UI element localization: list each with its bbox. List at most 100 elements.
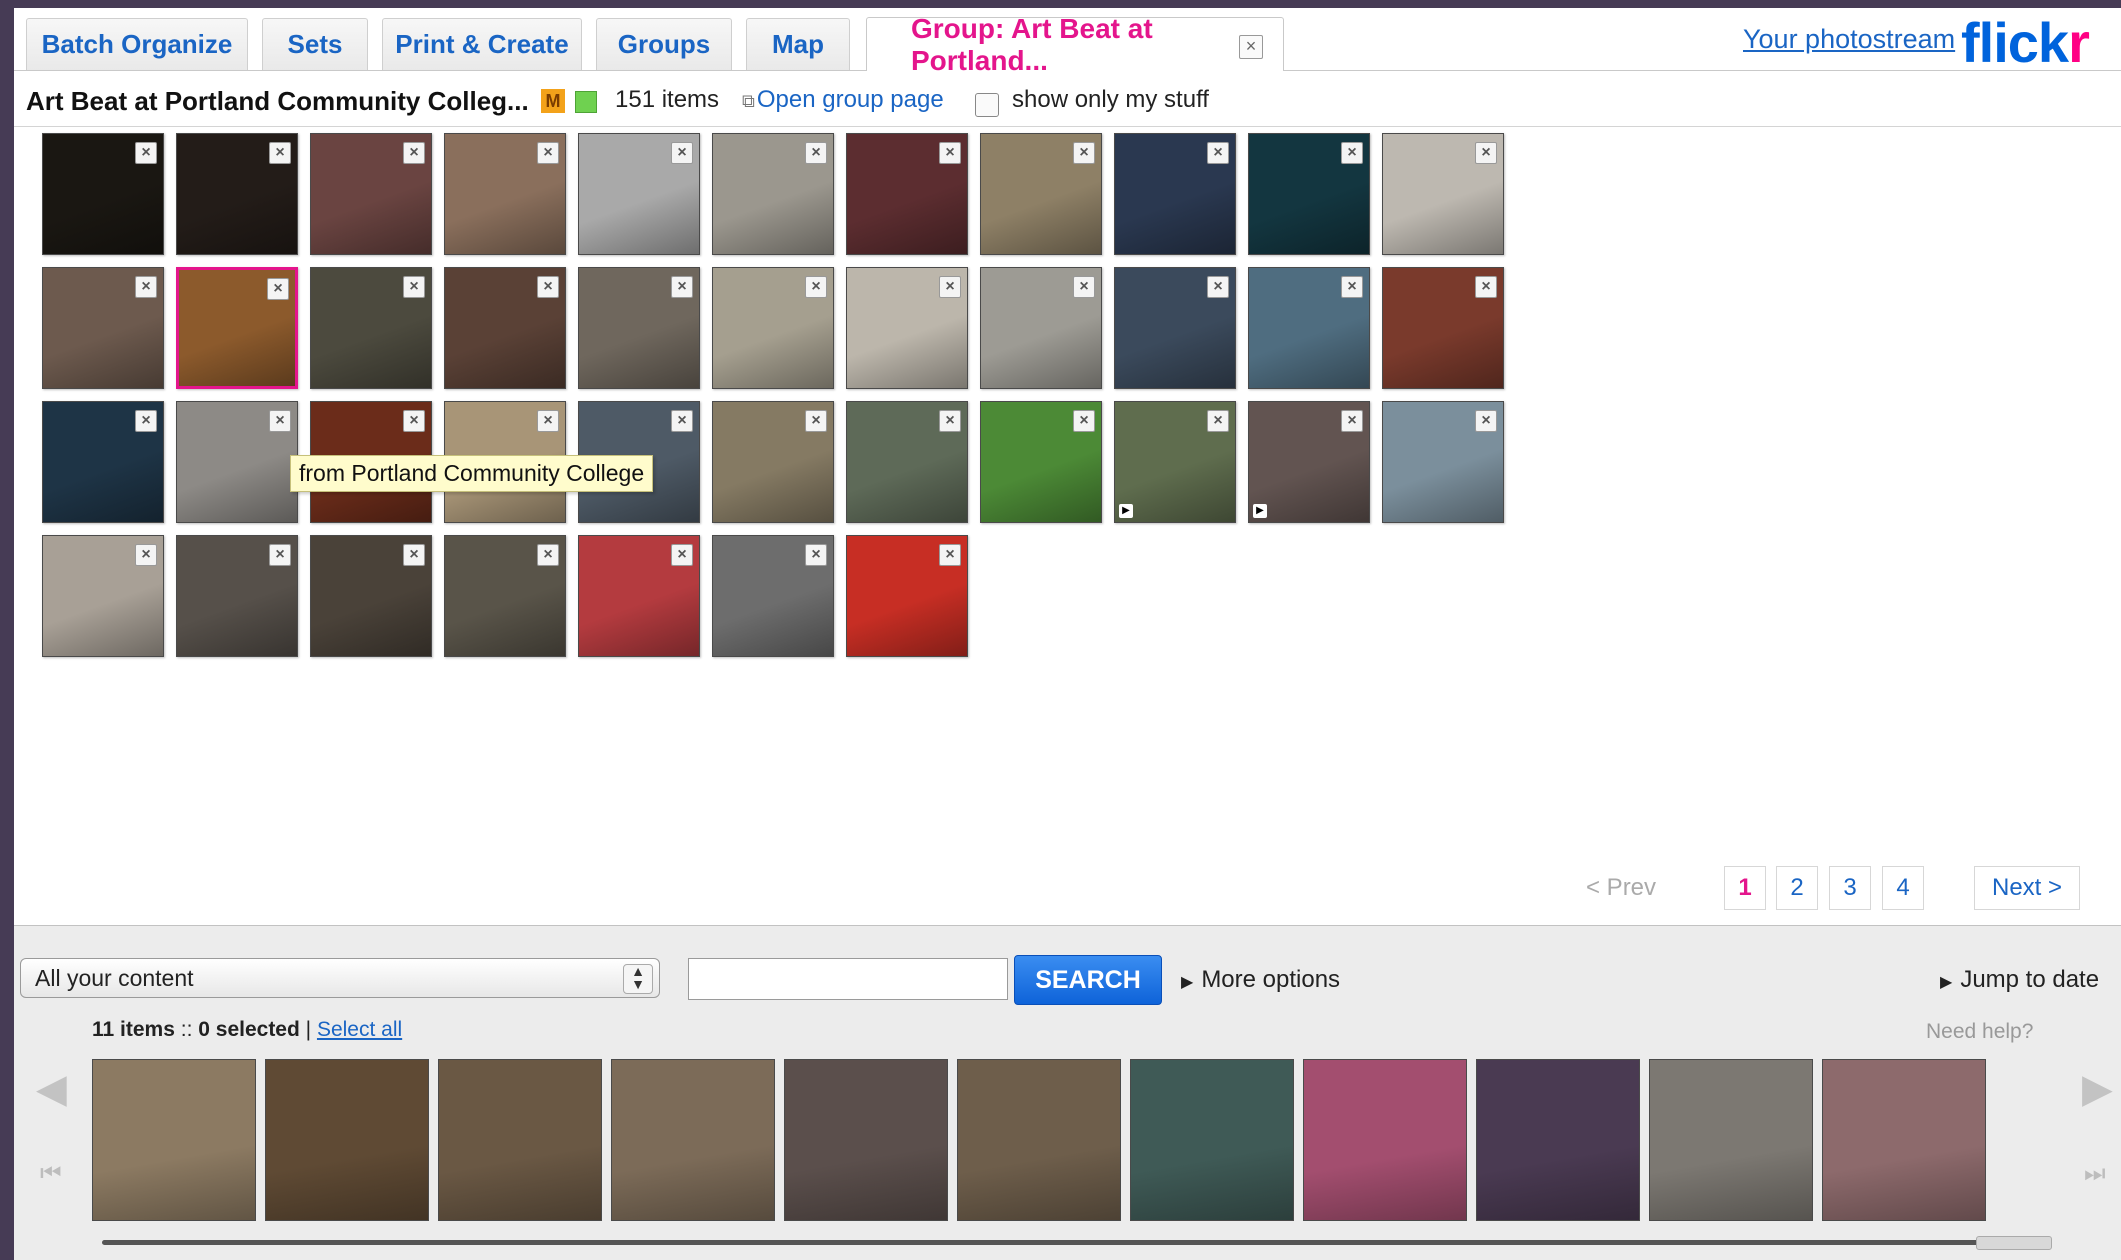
scroll-to-end-icon[interactable]: ⏭: [2084, 1160, 2106, 1188]
remove-photo-icon[interactable]: ×: [403, 410, 425, 432]
photo-thumbnail[interactable]: × ▶: [1114, 401, 1236, 523]
close-tab-icon[interactable]: ×: [1239, 35, 1263, 59]
photo-thumbnail[interactable]: ×: [176, 401, 298, 523]
select-all-link[interactable]: Select all: [317, 1018, 402, 1041]
photo-thumbnail[interactable]: ×: [42, 535, 164, 657]
remove-photo-icon[interactable]: ×: [671, 276, 693, 298]
scroll-right-arrow-icon[interactable]: ▶: [2082, 1066, 2113, 1112]
tab-groups[interactable]: Groups: [596, 18, 732, 70]
remove-photo-icon[interactable]: ×: [1073, 142, 1095, 164]
remove-photo-icon[interactable]: ×: [805, 410, 827, 432]
photo-thumbnail[interactable]: ×: [444, 133, 566, 255]
photo-thumbnail[interactable]: ×: [712, 267, 834, 389]
remove-photo-icon[interactable]: ×: [805, 276, 827, 298]
page-4-button[interactable]: 4: [1882, 866, 1924, 910]
remove-photo-icon[interactable]: ×: [269, 544, 291, 566]
photo-thumbnail[interactable]: ×: [578, 133, 700, 255]
remove-photo-icon[interactable]: ×: [1341, 142, 1363, 164]
tray-photo-thumbnail[interactable]: [265, 1059, 429, 1221]
photo-thumbnail[interactable]: ×: [310, 267, 432, 389]
jump-to-date-toggle[interactable]: ▶ Jump to date: [1940, 966, 2099, 994]
photo-thumbnail[interactable]: ×: [980, 267, 1102, 389]
photo-thumbnail[interactable]: ×: [310, 535, 432, 657]
remove-photo-icon[interactable]: ×: [939, 276, 961, 298]
tray-photo-thumbnail[interactable]: [1476, 1059, 1640, 1221]
content-filter-select[interactable]: All your content ▲ ▼: [20, 958, 660, 998]
page-3-button[interactable]: 3: [1829, 866, 1871, 910]
remove-photo-icon[interactable]: ×: [1207, 276, 1229, 298]
remove-photo-icon[interactable]: ×: [1073, 410, 1095, 432]
remove-photo-icon[interactable]: ×: [1475, 410, 1497, 432]
tray-photo-thumbnail[interactable]: [92, 1059, 256, 1221]
more-options-toggle[interactable]: ▶ More options: [1181, 966, 1340, 994]
photo-thumbnail[interactable]: ×: [712, 535, 834, 657]
show-only-my-stuff-checkbox[interactable]: [975, 93, 999, 117]
next-page-button[interactable]: Next >: [1974, 866, 2080, 910]
photo-thumbnail[interactable]: ×: [712, 133, 834, 255]
tray-photo-thumbnail[interactable]: [784, 1059, 948, 1221]
need-help-link[interactable]: Need help?: [1926, 1020, 2033, 1044]
photo-thumbnail[interactable]: ×: [1382, 267, 1504, 389]
tab-batch-organize[interactable]: Batch Organize: [26, 18, 248, 70]
tab-map[interactable]: Map: [746, 18, 850, 70]
photo-thumbnail[interactable]: ×: [176, 133, 298, 255]
photo-thumbnail[interactable]: ×: [1248, 267, 1370, 389]
photo-thumbnail[interactable]: ×: [1248, 133, 1370, 255]
remove-photo-icon[interactable]: ×: [267, 278, 289, 300]
photo-thumbnail[interactable]: ×: [846, 267, 968, 389]
remove-photo-icon[interactable]: ×: [537, 544, 559, 566]
photo-thumbnail[interactable]: ×: [578, 535, 700, 657]
remove-photo-icon[interactable]: ×: [403, 142, 425, 164]
tray-photo-thumbnail[interactable]: [1822, 1059, 1986, 1221]
tray-photo-thumbnail[interactable]: [611, 1059, 775, 1221]
photo-thumbnail[interactable]: ×: [846, 401, 968, 523]
photo-thumbnail[interactable]: ×: [1114, 133, 1236, 255]
remove-photo-icon[interactable]: ×: [939, 142, 961, 164]
search-input[interactable]: [688, 958, 1008, 1000]
open-group-page-link[interactable]: ⧉Open group page: [742, 86, 944, 114]
remove-photo-icon[interactable]: ×: [1207, 142, 1229, 164]
remove-photo-icon[interactable]: ×: [269, 142, 291, 164]
remove-photo-icon[interactable]: ×: [1207, 410, 1229, 432]
page-2-button[interactable]: 2: [1776, 866, 1818, 910]
remove-photo-icon[interactable]: ×: [805, 544, 827, 566]
remove-photo-icon[interactable]: ×: [1341, 410, 1363, 432]
remove-photo-icon[interactable]: ×: [939, 544, 961, 566]
remove-photo-icon[interactable]: ×: [135, 544, 157, 566]
scroll-to-start-icon[interactable]: ⏮: [40, 1160, 62, 1188]
photo-thumbnail[interactable]: ×: [310, 133, 432, 255]
remove-photo-icon[interactable]: ×: [135, 410, 157, 432]
remove-photo-icon[interactable]: ×: [537, 410, 559, 432]
photo-thumbnail[interactable]: ×: [1114, 267, 1236, 389]
remove-photo-icon[interactable]: ×: [269, 410, 291, 432]
scroll-left-arrow-icon[interactable]: ◀: [36, 1066, 67, 1112]
your-photostream-link[interactable]: Your photostream: [1743, 24, 1955, 55]
remove-photo-icon[interactable]: ×: [1475, 142, 1497, 164]
remove-photo-icon[interactable]: ×: [537, 276, 559, 298]
photo-thumbnail[interactable]: ×: [712, 401, 834, 523]
photo-thumbnail[interactable]: ×: [578, 267, 700, 389]
remove-photo-icon[interactable]: ×: [671, 544, 693, 566]
photo-thumbnail[interactable]: ×: [42, 133, 164, 255]
tab-print-create[interactable]: Print & Create: [382, 18, 582, 70]
remove-photo-icon[interactable]: ×: [135, 276, 157, 298]
search-button[interactable]: SEARCH: [1014, 955, 1162, 1005]
tray-photo-thumbnail[interactable]: [1303, 1059, 1467, 1221]
remove-photo-icon[interactable]: ×: [939, 410, 961, 432]
remove-photo-icon[interactable]: ×: [135, 142, 157, 164]
tray-scrollbar[interactable]: [102, 1236, 2052, 1250]
photo-thumbnail[interactable]: ×: [846, 133, 968, 255]
photo-thumbnail[interactable]: ×: [176, 267, 298, 389]
tab-group-art-beat[interactable]: Group: Art Beat at Portland... ×: [866, 13, 1284, 76]
photo-thumbnail[interactable]: ×: [1382, 401, 1504, 523]
tab-sets[interactable]: Sets: [262, 18, 368, 70]
scrollbar-thumb[interactable]: [1976, 1236, 2052, 1250]
page-1-button[interactable]: 1: [1724, 866, 1766, 910]
remove-photo-icon[interactable]: ×: [403, 276, 425, 298]
remove-photo-icon[interactable]: ×: [1073, 276, 1095, 298]
photo-thumbnail[interactable]: ×: [444, 267, 566, 389]
photo-thumbnail[interactable]: ×: [846, 535, 968, 657]
photo-thumbnail[interactable]: ×: [444, 535, 566, 657]
remove-photo-icon[interactable]: ×: [1475, 276, 1497, 298]
tray-photo-thumbnail[interactable]: [1130, 1059, 1294, 1221]
